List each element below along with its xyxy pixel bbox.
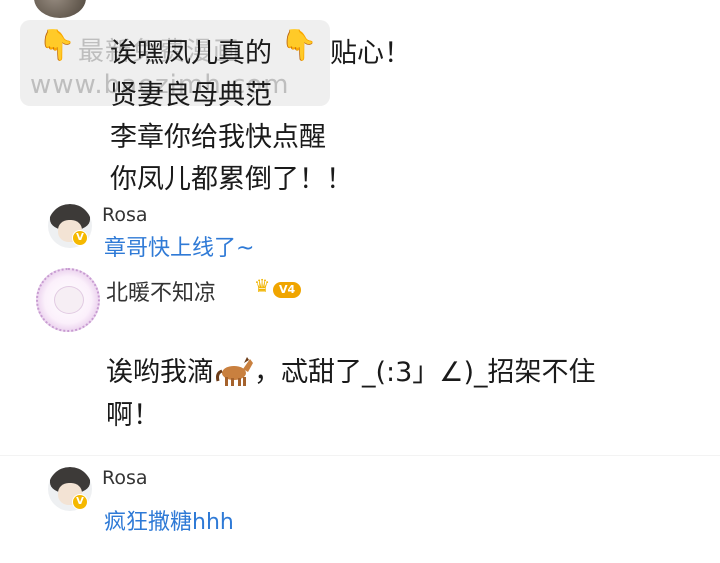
comment-text-part: ，忒甜了_(:3」∠)_招架不住 [254,357,596,388]
comment-username[interactable]: Rosa [102,204,148,226]
verified-badge: V [72,230,88,246]
comment-text: 章哥快上线了~ [104,236,255,261]
horse-icon [216,357,253,386]
post-line-2: 贤妻良母典范 [110,80,272,111]
avatar[interactable] [34,0,86,18]
comment-text: 疯狂撒糖hhh [104,510,234,535]
post-line-4: 你凤儿都累倒了！！ [110,164,353,195]
comment-text-line-2: 啊！ [106,400,160,431]
post-line-1-end: 贴心！ [330,38,411,69]
comment-username[interactable]: Rosa [102,467,148,489]
pointing-down-icon: 👇 [38,28,76,63]
comment-text-part: 诶哟我滴 [106,357,214,388]
post-line-3: 李章你给我快点醒 [110,122,326,153]
comment-text: 诶哟我滴 ，忒甜了_(:3」∠)_招架不住 [106,350,596,389]
level-badge: V4 [273,282,302,298]
crown-icon: ♛ [254,276,271,297]
avatar[interactable] [36,268,100,332]
post-line-1: 诶嘿凤儿真的 [110,38,272,69]
divider [0,455,720,456]
comment-username[interactable]: 北暖不知凉 [106,275,216,307]
verified-badge: V [72,494,88,510]
pointing-down-icon: 👇 [280,28,318,63]
